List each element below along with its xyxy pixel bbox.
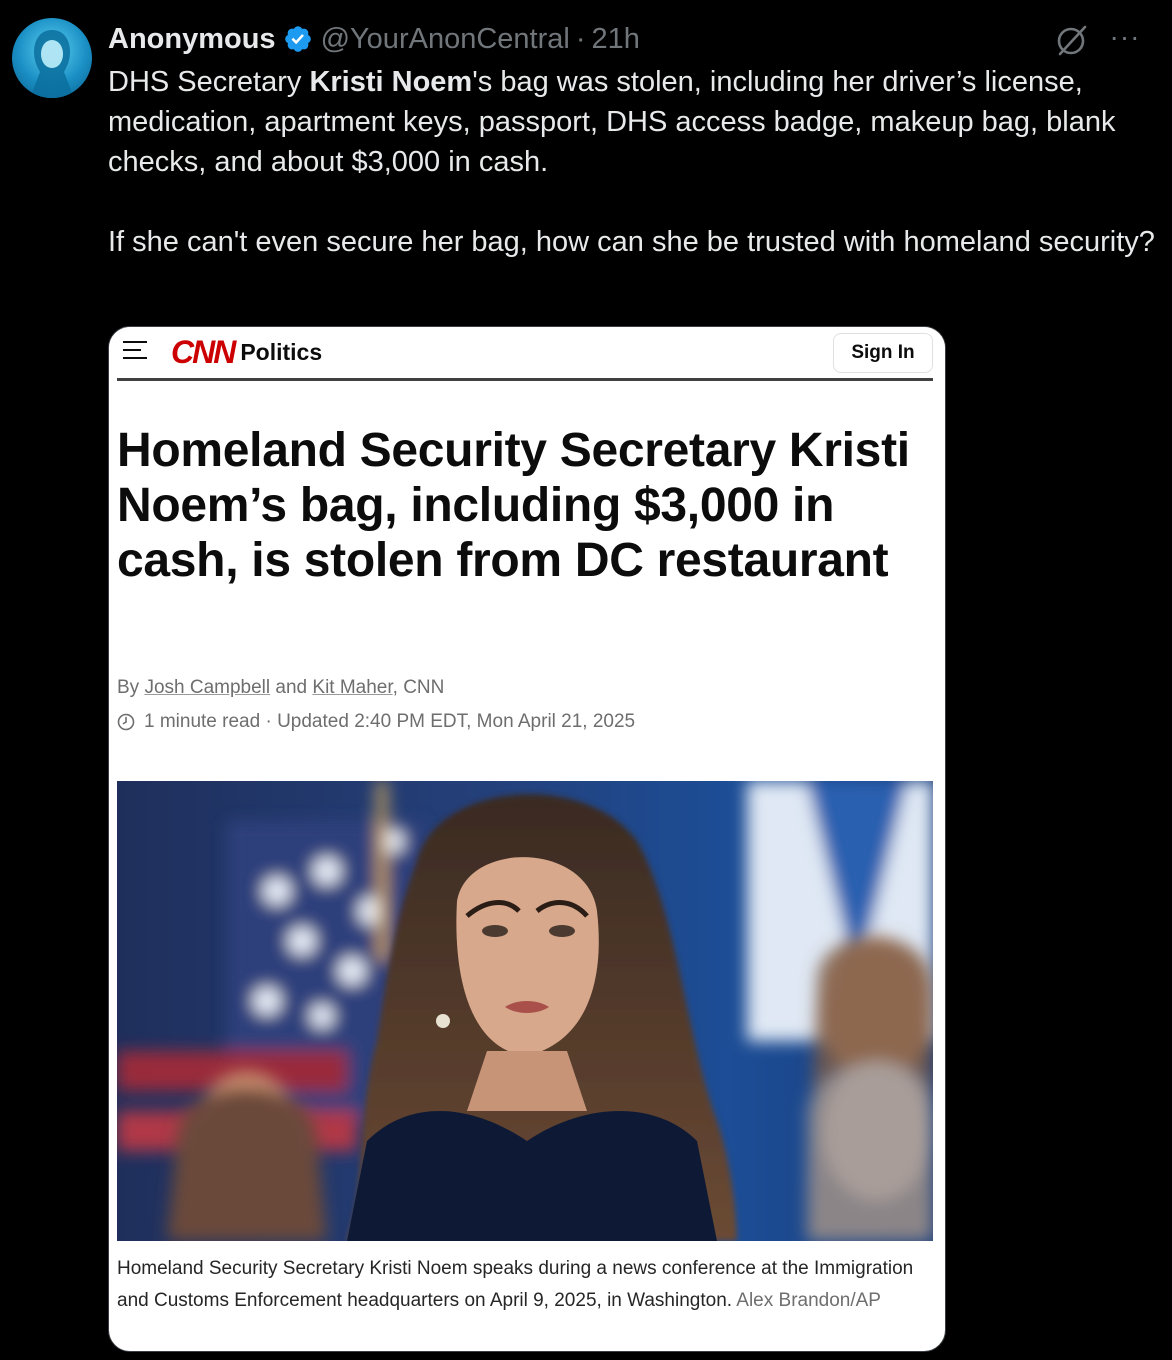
tweet-paragraph-1: DHS Secretary Kristi Noem's bag was stol… xyxy=(108,66,1116,178)
more-icon[interactable]: ··· xyxy=(1108,20,1142,54)
hooded-figure-icon xyxy=(30,30,74,98)
tweet-header: Anonymous @YourAnonCentral · 21h xyxy=(108,20,640,58)
photo-caption: Homeland Security Secretary Kristi Noem … xyxy=(117,1258,914,1311)
article-headline: Homeland Security Secretary Kristi Noem’… xyxy=(117,424,910,587)
timestamp[interactable]: 21h xyxy=(591,23,639,56)
media-card[interactable]: CNN Politics Sign In Homeland Security S… xyxy=(108,326,946,1352)
tweet[interactable]: Anonymous @YourAnonCentral · 21h ··· DHS… xyxy=(0,0,1172,1360)
navbar-divider xyxy=(117,378,933,381)
section-label: Politics xyxy=(240,338,323,365)
cnn-navbar: CNN Politics Sign In xyxy=(109,327,945,383)
tweet-text: DHS Secretary Kristi Noem's bag was stol… xyxy=(108,62,1158,262)
tweet-paragraph-2: If she can't even secure her bag, how ca… xyxy=(108,226,1155,258)
avatar[interactable] xyxy=(12,18,92,98)
read-time: 1 minute read xyxy=(144,711,261,732)
photo-credit: Alex Brandon/AP xyxy=(736,1290,881,1311)
header-separator: · xyxy=(575,22,586,55)
grok-icon[interactable] xyxy=(1054,22,1090,58)
verified-badge-icon xyxy=(284,26,311,52)
author-link-1[interactable]: Josh Campbell xyxy=(144,677,270,698)
article-photo[interactable] xyxy=(117,781,933,1241)
author-link-2[interactable]: Kit Maher xyxy=(312,677,392,698)
sign-in-button[interactable]: Sign In xyxy=(833,333,933,373)
press-conference-photo xyxy=(117,781,933,1241)
updated-timestamp: Updated 2:40 PM EDT, Mon April 21, 2025 xyxy=(277,711,636,732)
meta-separator: · xyxy=(260,711,278,732)
cnn-wordmark: CNN xyxy=(171,333,236,370)
clock-icon xyxy=(117,713,135,731)
article-meta: 1 minute read · Updated 2:40 PM EDT, Mon… xyxy=(117,711,635,733)
author-handle[interactable]: @YourAnonCentral xyxy=(321,23,570,56)
author-name[interactable]: Anonymous xyxy=(108,23,276,56)
byline: By Josh Campbell and Kit Maher, CNN xyxy=(117,677,445,698)
hamburger-menu-icon[interactable] xyxy=(123,341,147,361)
bold-name: Kristi Noem xyxy=(309,66,473,98)
cnn-logo[interactable]: CNN Politics xyxy=(171,333,323,370)
